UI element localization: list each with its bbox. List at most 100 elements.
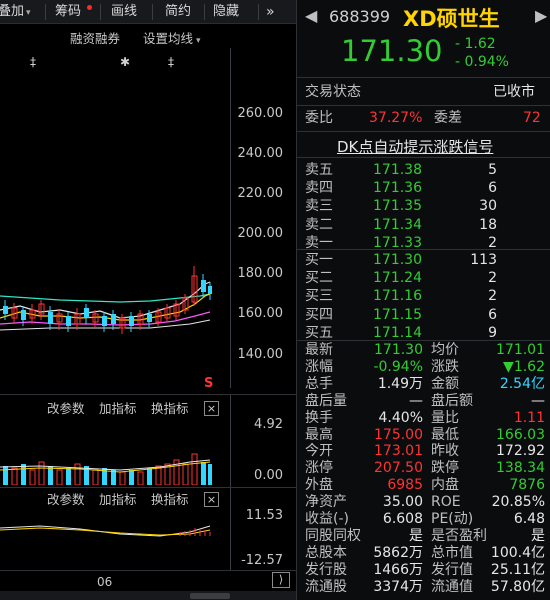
divider [297, 249, 550, 250]
divider [297, 105, 550, 106]
ask-volume: 5 [488, 162, 497, 178]
stat-label: 盘后额 [431, 392, 473, 409]
stat-row: 总股本 5862万 总市值 100.4亿 [297, 545, 550, 562]
stat-label: PE(动) [431, 511, 474, 527]
macd-add-indicator-button[interactable]: 加指标 [99, 492, 137, 508]
stat-value: 35.00 [382, 494, 423, 511]
last-price: 171.30 [341, 34, 443, 68]
ma60-line [0, 293, 211, 303]
horizontal-scrollbar[interactable] [0, 591, 296, 600]
volume-change-params-button[interactable]: 改参数 [47, 401, 85, 417]
chevron-down-icon: ▾ [196, 36, 201, 46]
stat-label: 涨幅 [305, 358, 333, 375]
price-tick: 200.00 [237, 226, 284, 241]
price-axis-line [230, 48, 231, 388]
scroll-right-button[interactable]: ⟩ [272, 572, 290, 588]
bid-level-label: 买一 [305, 252, 333, 268]
stat-label: 总市值 [431, 544, 473, 561]
stat-row: 涨幅 -0.94% 涨跌 ▼1.62 [297, 359, 550, 376]
stat-value: 57.80亿 [490, 578, 545, 595]
margin-trading-button[interactable]: 融资融券 [70, 31, 120, 47]
stat-value: 1.49万 [377, 375, 423, 392]
chart-pane: 叠加 ▾ 筹码 画线 简约 隐藏 » 融资融券 设置均线 ▾ 260.00 240.… [0, 0, 296, 600]
ask-level-label: 卖二 [305, 216, 333, 233]
next-stock-button[interactable]: ▶ [535, 6, 547, 25]
ma-settings-button[interactable]: 设置均线 ▾ [143, 31, 201, 49]
toolbar-overlay-button[interactable]: 叠加 ▾ [0, 0, 31, 24]
ask-row[interactable]: 卖三 171.35 30 [297, 198, 550, 216]
stat-value: 5862万 [373, 544, 423, 561]
stat-label: 总股本 [305, 544, 347, 561]
stat-label: 涨跌 [431, 358, 459, 375]
toolbar-draw-button[interactable]: 画线 [111, 0, 137, 24]
stat-row: 今开 173.01 昨收 172.92 [297, 443, 550, 460]
bid-row[interactable]: 买二 171.24 2 [297, 270, 550, 288]
stock-code: 688399 [329, 7, 391, 26]
bid-row[interactable]: 买四 171.15 6 [297, 307, 550, 325]
stat-row: 外盘 6985 内盘 7876 [297, 477, 550, 494]
ask-row[interactable]: 卖五 171.38 5 [297, 162, 550, 180]
prev-stock-button[interactable]: ◀ [305, 6, 317, 25]
volume-add-indicator-button[interactable]: 加指标 [99, 401, 137, 417]
volume-chart [0, 453, 212, 485]
stat-label: 是否盈利 [431, 527, 487, 544]
stat-value: 4.40% [378, 409, 423, 426]
stat-label: 发行值 [431, 561, 473, 578]
stat-label: 今开 [305, 443, 333, 460]
stat-label: 收益(-) [305, 511, 349, 527]
toolbar-more-icon[interactable]: » [266, 0, 275, 24]
toolbar-simple-button[interactable]: 简约 [165, 0, 191, 24]
stat-label: 最高 [305, 426, 333, 443]
macd-tick: 11.53 [245, 508, 283, 523]
quote-pane: ◀ 688399 XD硕世生 ▶ 171.30 - 1.62 - 0.94% 交… [296, 0, 550, 600]
toolbar-divider [258, 4, 259, 20]
stat-row: 最新 171.30 均价 171.01 [297, 342, 550, 359]
ask-volume: 30 [479, 198, 497, 215]
stat-value: — [531, 392, 545, 409]
toolbar-chips-button[interactable]: 筹码 [55, 0, 81, 24]
ask-level-label: 卖五 [305, 162, 333, 178]
bid-row[interactable]: 买三 171.16 2 [297, 288, 550, 306]
stat-value: 是 [409, 527, 423, 544]
ask-row[interactable]: 卖一 171.33 2 [297, 235, 550, 253]
macd-change-params-button[interactable]: 改参数 [47, 492, 85, 508]
ask-row[interactable]: 卖四 171.36 6 [297, 180, 550, 198]
notification-dot-icon [87, 5, 92, 10]
divider [297, 77, 550, 78]
stat-value: 20.85% [491, 494, 545, 511]
bid-price: 171.24 [373, 270, 422, 287]
stat-row: 同股同权是是否盈利是 [297, 528, 550, 545]
bid-volume: 2 [488, 288, 497, 305]
stat-label: 总手 [305, 375, 333, 392]
stat-row: 盘后量 — 盘后额 — [297, 393, 550, 410]
macd-close-icon[interactable]: × [204, 492, 219, 507]
dk-signal-link[interactable]: DK点自动提示涨跌信号 [337, 136, 493, 157]
stat-label: ROE [431, 494, 461, 511]
stat-value: 1466万 [373, 561, 423, 578]
stat-value: 6985 [387, 477, 423, 494]
weicha-label: 委差 [434, 110, 462, 126]
toolbar-divider [45, 4, 46, 20]
stock-name: XD硕世生 [403, 7, 500, 31]
macd-switch-indicator-button[interactable]: 换指标 [151, 492, 189, 508]
volume-switch-indicator-button[interactable]: 换指标 [151, 401, 189, 417]
price-change: - 1.62 [455, 36, 496, 52]
volume-close-icon[interactable]: × [204, 401, 219, 416]
ask-row[interactable]: 卖二 171.34 18 [297, 217, 550, 235]
macd-axis-line [230, 488, 231, 570]
stat-label: 流通值 [431, 578, 473, 595]
toolbar-divider [204, 4, 205, 20]
status-value: 已收市 [493, 84, 535, 100]
price-change-pct: - 0.94% [455, 54, 509, 70]
price-tick: 220.00 [237, 186, 284, 201]
ask-level-label: 卖三 [305, 198, 333, 215]
stat-value: 100.4亿 [490, 544, 545, 561]
bid-row[interactable]: 买一 171.30 113 [297, 252, 550, 270]
stat-label: 内盘 [431, 477, 459, 494]
toolbar-hide-button[interactable]: 隐藏 [213, 0, 239, 24]
stat-row: 收益(-) 6.608 PE(动) 6.48 [297, 511, 550, 528]
stat-label: 跌停 [431, 460, 459, 477]
scrollbar-thumb[interactable] [190, 593, 230, 599]
stat-row: 换手 4.40% 量比 1.11 [297, 410, 550, 427]
stat-value: -0.94% [373, 358, 423, 375]
